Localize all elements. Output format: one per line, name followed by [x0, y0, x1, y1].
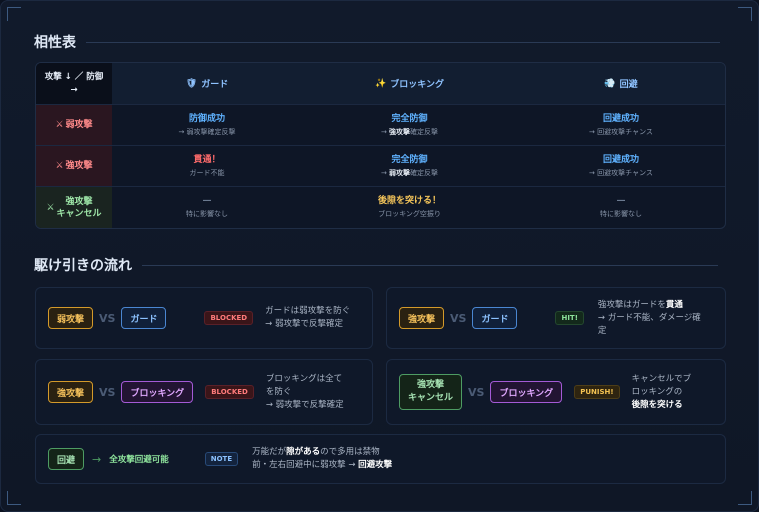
badge-blocked: BLOCKED [204, 311, 254, 325]
corner-decoration [7, 7, 21, 21]
cell-detail: 特に影響なし [186, 210, 228, 218]
vs-label: VS [450, 311, 467, 325]
flow-description: 万能だが隙があるので多用は禁物 前・左右回避中に弱攻撃 → 回避攻撃 [252, 447, 393, 470]
panel-frame: 相性表 攻撃 ↓ ／ 防御 → 🛡 ガード ✨ ブロッキング 💨 回避 ⚔ 弱攻… [0, 0, 759, 512]
column-header-blocking: ✨ ブロッキング [302, 63, 517, 104]
table-cell: 回避成功 → 回避攻撃チャンス [517, 146, 725, 186]
cell-result: 完全防御 [391, 113, 428, 124]
flow-description: ガードは弱攻撃を防ぐ → 弱攻撃で反撃確定 [265, 306, 351, 329]
flow-card-dodge: 回避 → 全攻撃回避可能 NOTE 万能だが隙があるので多用は禁物 前・左右回避… [35, 434, 726, 484]
table-cell: 回避成功 → 回避攻撃チャンス [517, 105, 725, 145]
tag-guard: ガード [121, 307, 167, 329]
badge-hit: HIT! [555, 311, 584, 325]
dodge-result: 全攻撃回避可能 [109, 455, 169, 465]
swords-icon: ⚔ [55, 161, 64, 171]
section-title-text: 相性表 [34, 35, 76, 51]
table-corner-cell: 攻撃 ↓ ／ 防御 → [36, 63, 112, 104]
badge-punish: PUNISH! [574, 385, 620, 399]
flow-description: キャンセルでブ ロッキングの 後隙を突ける [631, 373, 692, 410]
column-header-label: ガード [201, 80, 229, 90]
tag-guard: ガード [472, 307, 518, 329]
swords-icon: ⚔ [55, 120, 64, 130]
cell-result: 後隙を突ける！ [377, 196, 441, 206]
cell-result: — [202, 196, 212, 206]
sparkle-icon: ✨ [375, 78, 387, 89]
cell-detail: → 弱攻撃確定反撃 [380, 168, 439, 177]
tag-heavy-cancel: 強攻撃 キャンセル [399, 374, 463, 410]
row-header-heavy-attack: ⚔ 強攻撃 [36, 146, 112, 186]
table-cell: 完全防御 → 弱攻撃確定反撃 [302, 146, 517, 186]
flow-description: 強攻撃はガードを貫通 → ガード不能、ダメージ確 定 [597, 299, 701, 336]
table-cell: 完全防御 → 強攻撃確定反撃 [302, 105, 517, 145]
cell-result: 完全防御 [391, 154, 428, 165]
section-title-text: 駆け引きの流れ [34, 258, 132, 274]
cell-result: 回避成功 [602, 113, 639, 124]
flow-card-heavy-vs-blocking: 強攻撃 VS ブロッキング BLOCKED ブロッキングは全て を防ぐ → 弱攻… [35, 359, 373, 425]
row-header-heavy-cancel: ⚔ 強攻撃 キャンセル [36, 187, 112, 228]
cell-detail: ガード不能 [189, 168, 225, 177]
cell-detail: → 強攻撃確定反撃 [380, 127, 439, 136]
tag-dodge: 回避 [48, 448, 85, 470]
table-cell: — 特に影響なし [112, 187, 302, 228]
row-header-label: キャンセル [56, 208, 102, 219]
table-cell: 防御成功 → 弱攻撃確定反撃 [112, 105, 302, 145]
cell-result: — [616, 196, 626, 206]
table-cell: 後隙を突ける！ ブロッキング空振り [302, 187, 517, 228]
cell-detail: → 弱攻撃確定反撃 [178, 127, 236, 136]
row-header-label: 強攻撃 [65, 161, 93, 171]
flow-card-cancel-vs-blocking: 強攻撃 キャンセル VS ブロッキング PUNISH! キャンセルでブ ロッキン… [386, 359, 726, 425]
vs-label: VS [99, 385, 116, 399]
vs-label: VS [99, 311, 116, 325]
table-row: ⚔ 強攻撃 キャンセル — 特に影響なし 後隙を突ける！ ブロッキング空振り —… [36, 187, 725, 228]
dash-icon: 💨 [604, 78, 616, 89]
badge-note: NOTE [204, 452, 239, 466]
row-header-label: 弱攻撃 [65, 120, 93, 130]
title-divider [142, 264, 718, 266]
cell-detail: → 回避攻撃チャンス [589, 168, 653, 177]
shield-icon: 🛡 [185, 78, 198, 89]
badge-blocked: BLOCKED [205, 385, 254, 399]
row-header-light-attack: ⚔ 弱攻撃 [36, 105, 112, 145]
flow-card-light-vs-guard: 弱攻撃 VS ガード BLOCKED ガードは弱攻撃を防ぐ → 弱攻撃で反撃確定 [35, 287, 373, 349]
table-row: ⚔ 強攻撃 貫通！ ガード不能 完全防御 → 弱攻撃確定反撃 回避成功 → 回避… [36, 146, 725, 187]
corner-decoration [738, 491, 752, 505]
table-row: ⚔ 弱攻撃 防御成功 → 弱攻撃確定反撃 完全防御 → 強攻撃確定反撃 回避成功… [36, 105, 725, 146]
cell-detail: ブロッキング空振り [378, 210, 441, 218]
corner-arrow: → [70, 84, 78, 95]
cell-detail: → 回避攻撃チャンス [589, 127, 653, 136]
flow-card-heavy-vs-guard: 強攻撃 VS ガード HIT! 強攻撃はガードを貫通 → ガード不能、ダメージ確… [386, 287, 726, 349]
corner-decoration [738, 7, 752, 21]
table-header-row: 攻撃 ↓ ／ 防御 → 🛡 ガード ✨ ブロッキング 💨 回避 [36, 63, 725, 105]
column-header-dodge: 💨 回避 [517, 63, 725, 104]
tag-heavy-attack: 強攻撃 [399, 307, 445, 329]
column-header-label: 回避 [619, 80, 638, 90]
tag-blocking: ブロッキング [490, 381, 563, 403]
section-title-matchup: 相性表 [34, 32, 720, 52]
cell-detail: 特に影響なし [600, 210, 642, 218]
row-header-label: 強攻撃 [65, 196, 93, 207]
corner-label: 攻撃 ↓ ／ 防御 [44, 71, 104, 82]
cell-result: 貫通！ [193, 154, 221, 165]
column-header-guard: 🛡 ガード [112, 63, 302, 104]
corner-decoration [7, 491, 21, 505]
column-header-label: ブロッキング [390, 80, 444, 90]
arrow-right-icon: → [92, 452, 102, 466]
tag-heavy-attack: 強攻撃 [48, 381, 94, 403]
vs-label: VS [468, 385, 485, 399]
title-divider [86, 41, 720, 43]
cell-result: 防御成功 [188, 113, 225, 124]
section-title-flow: 駆け引きの流れ [34, 255, 718, 275]
swords-icon: ⚔ [46, 202, 55, 213]
table-cell: 貫通！ ガード不能 [112, 146, 302, 186]
flow-description: ブロッキングは全て を防ぐ → 弱攻撃で反撃確定 [265, 373, 344, 410]
table-cell: — 特に影響なし [517, 187, 725, 228]
cell-result: 回避成功 [602, 154, 639, 165]
matchup-table: 攻撃 ↓ ／ 防御 → 🛡 ガード ✨ ブロッキング 💨 回避 ⚔ 弱攻撃 防御… [35, 62, 726, 229]
tag-light-attack: 弱攻撃 [48, 307, 94, 329]
tag-blocking: ブロッキング [121, 381, 194, 403]
